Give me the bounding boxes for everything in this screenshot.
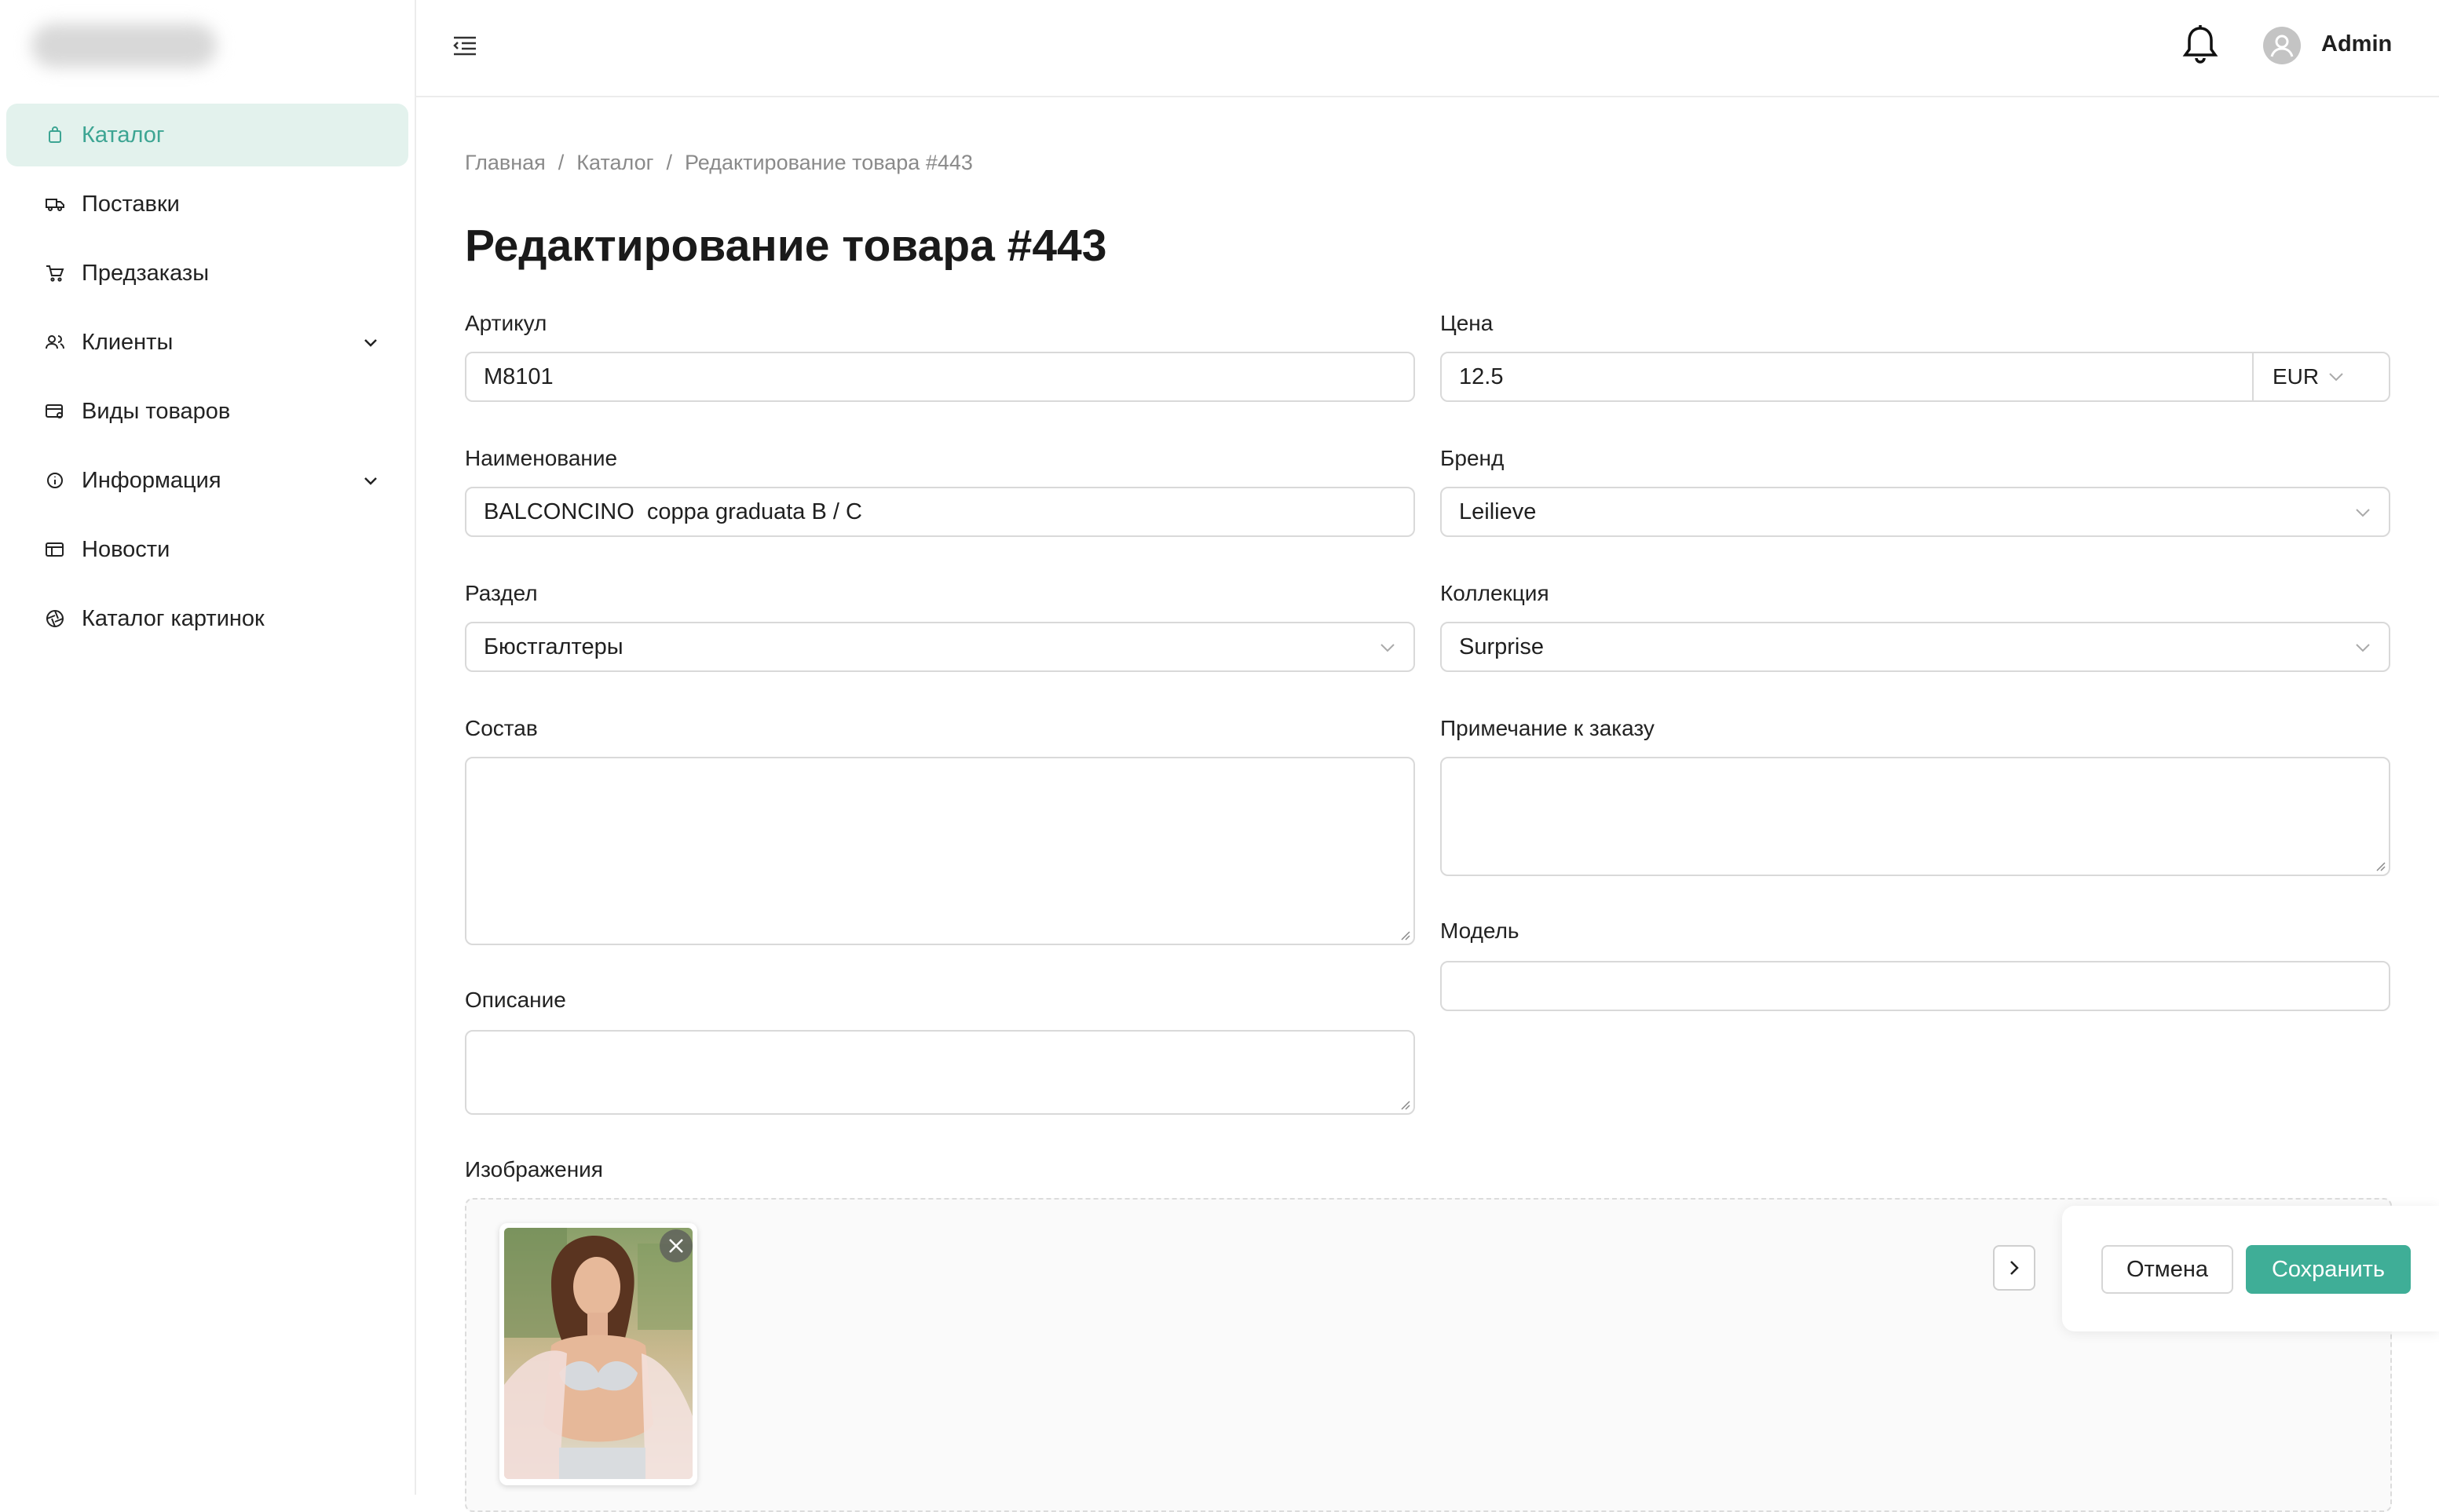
- chevron-down-icon: [2329, 373, 2343, 382]
- breadcrumb: Главная / Каталог / Редактирование товара #4…: [465, 151, 973, 175]
- sku-label: Артикул: [465, 311, 547, 335]
- sku-value: M8101: [484, 363, 554, 389]
- order-note-label: Примечание к заказу: [1440, 716, 1655, 740]
- sidebar-item-label: Информация: [82, 467, 221, 493]
- breadcrumb-catalog[interactable]: Каталог: [576, 151, 653, 174]
- resize-handle-icon[interactable]: [2373, 859, 2386, 871]
- price-value: 12.5: [1459, 363, 1504, 389]
- composition-label: Состав: [465, 716, 538, 740]
- close-icon: [669, 1239, 683, 1253]
- logo[interactable]: [31, 24, 217, 68]
- users-icon: [44, 331, 66, 353]
- brand-select[interactable]: Leilieve: [1440, 487, 2390, 537]
- bell-icon[interactable]: [2181, 24, 2219, 66]
- breadcrumb-current: Редактирование товара #443: [684, 151, 973, 174]
- sidebar-item-label: Виды товаров: [82, 398, 231, 424]
- order-note-textarea[interactable]: [1440, 757, 2390, 876]
- sidebar-item-label: Каталог: [82, 122, 165, 148]
- chevron-down-icon[interactable]: [361, 333, 380, 352]
- user-icon: [2270, 35, 2294, 57]
- sidebar: Каталог Поставки Предзаказы Клиенты Виды…: [0, 0, 416, 1495]
- cancel-button[interactable]: Отмена: [2101, 1245, 2233, 1294]
- images-label: Изображения: [465, 1157, 603, 1181]
- aperture-icon: [44, 608, 66, 630]
- save-button[interactable]: Сохранить: [2246, 1245, 2411, 1294]
- section-value: Бюстгалтеры: [484, 634, 623, 659]
- sidebar-item-news[interactable]: Новости: [6, 518, 408, 581]
- price-label: Цена: [1440, 311, 1494, 335]
- product-photo: [504, 1228, 693, 1479]
- form-actions: Отмена Сохранить: [2062, 1206, 2439, 1331]
- breadcrumb-home[interactable]: Главная: [465, 151, 546, 174]
- price-input[interactable]: 12.5 EUR: [1440, 352, 2390, 402]
- brand-value: Leilieve: [1459, 499, 1537, 524]
- name-label: Наименование: [465, 446, 618, 470]
- currency-value: EUR: [2273, 364, 2320, 389]
- sidebar-item-deliveries[interactable]: Поставки: [6, 173, 408, 236]
- user-name[interactable]: Admin: [2321, 31, 2392, 57]
- truck-icon: [44, 193, 66, 215]
- page-title: Редактирование товара #443: [465, 221, 1107, 271]
- name-input[interactable]: BALCONCINO coppa graduata B / C: [465, 487, 1415, 537]
- sidebar-item-label: Поставки: [82, 191, 180, 217]
- menu-collapse-icon[interactable]: [451, 31, 479, 60]
- sidebar-menu: Каталог Поставки Предзаказы Клиенты Виды…: [6, 104, 408, 656]
- sku-input[interactable]: M8101: [465, 352, 1415, 402]
- info-icon: [44, 469, 66, 491]
- description-textarea[interactable]: [465, 1030, 1415, 1115]
- model-input[interactable]: [1440, 961, 2390, 1011]
- description-label: Описание: [465, 988, 566, 1012]
- sidebar-item-image-catalog[interactable]: Каталог картинок: [6, 587, 408, 650]
- sidebar-item-label: Каталог картинок: [82, 605, 265, 631]
- chevron-down-icon: [1380, 644, 1395, 652]
- model-label: Модель: [1440, 919, 1519, 943]
- top-header: Admin: [416, 0, 2439, 97]
- sidebar-item-label: Клиенты: [82, 329, 174, 355]
- shopping-bag-icon: [44, 124, 66, 146]
- section-label: Раздел: [465, 581, 538, 605]
- collection-label: Коллекция: [1440, 581, 1549, 605]
- sidebar-item-information[interactable]: Информация: [6, 449, 408, 512]
- chevron-down-icon: [2356, 509, 2370, 517]
- sidebar-item-preorders[interactable]: Предзаказы: [6, 242, 408, 305]
- image-thumbnail[interactable]: [499, 1223, 697, 1485]
- collection-value: Surprise: [1459, 634, 1544, 659]
- sidebar-item-catalog[interactable]: Каталог: [6, 104, 408, 166]
- section-select[interactable]: Бюстгалтеры: [465, 622, 1415, 672]
- news-icon: [44, 539, 66, 561]
- currency-select[interactable]: EUR: [2252, 353, 2362, 400]
- sidebar-item-label: Новости: [82, 536, 170, 562]
- sidebar-item-product-types[interactable]: Виды товаров: [6, 380, 408, 443]
- chevron-down-icon: [2356, 644, 2370, 652]
- breadcrumb-separator: /: [558, 151, 565, 174]
- sidebar-item-label: Предзаказы: [82, 260, 210, 286]
- cart-icon: [44, 262, 66, 284]
- chevron-down-icon[interactable]: [361, 471, 380, 490]
- next-image-button[interactable]: [1993, 1245, 2035, 1291]
- resize-handle-icon[interactable]: [1398, 1097, 1410, 1110]
- card-icon: [44, 400, 66, 422]
- name-value: BALCONCINO coppa graduata B / C: [484, 499, 862, 524]
- brand-label: Бренд: [1440, 446, 1505, 470]
- composition-textarea[interactable]: [465, 757, 1415, 945]
- chevron-right-icon: [2010, 1261, 2019, 1275]
- remove-image-button[interactable]: [660, 1229, 693, 1262]
- sidebar-item-clients[interactable]: Клиенты: [6, 311, 408, 374]
- avatar[interactable]: [2263, 27, 2301, 64]
- resize-handle-icon[interactable]: [1398, 928, 1410, 940]
- collection-select[interactable]: Surprise: [1440, 622, 2390, 672]
- breadcrumb-separator: /: [666, 151, 672, 174]
